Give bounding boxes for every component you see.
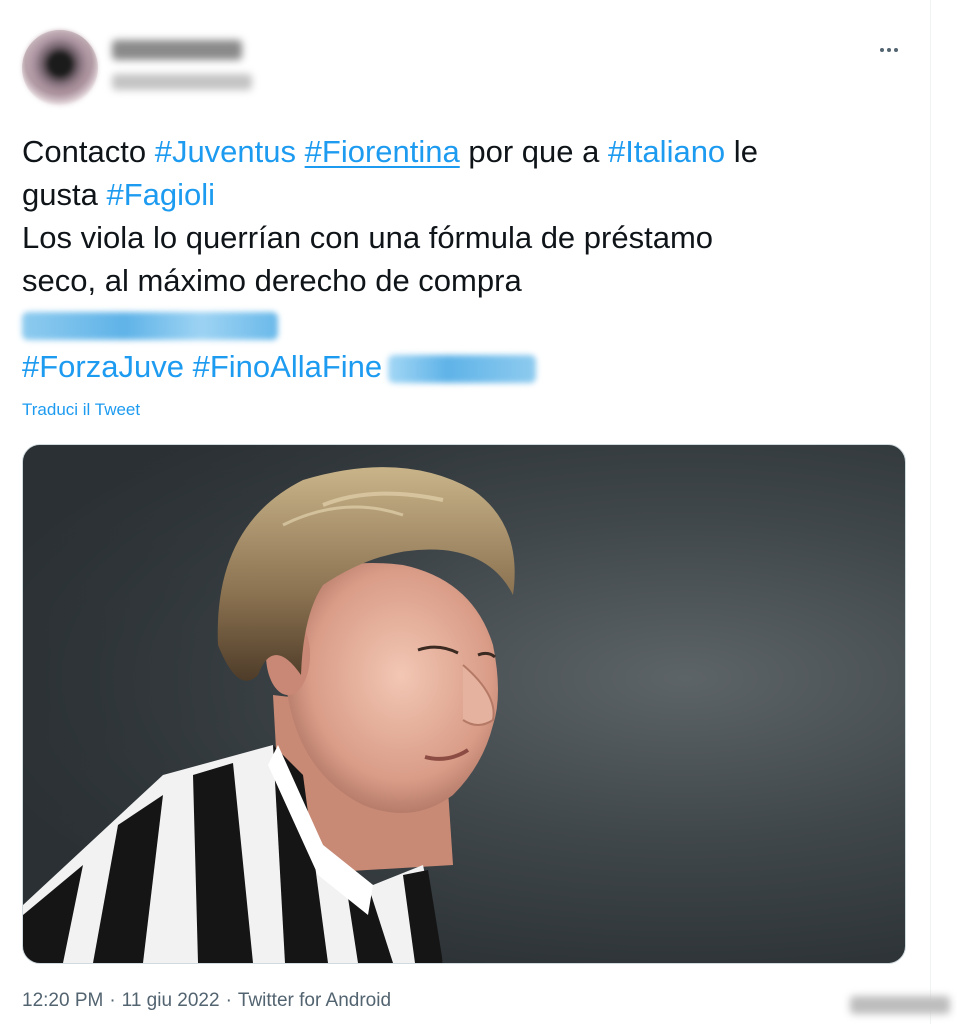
watermark-redacted [850, 996, 950, 1014]
text-segment: seco, al máximo derecho de compra [22, 263, 522, 298]
text-segment: Contacto [22, 134, 155, 169]
tweet-line: gusta #Fagioli [22, 173, 902, 216]
hashtag-italiano[interactable]: #Italiano [608, 134, 725, 169]
dot [887, 48, 891, 52]
separator: · [109, 990, 116, 1011]
tweet-media-photo[interactable] [22, 444, 906, 964]
translate-tweet-link[interactable]: Traduci il Tweet [22, 400, 140, 420]
tweet-line: seco, al máximo derecho de compra [22, 259, 902, 302]
text-segment: gusta [22, 177, 107, 212]
dot [880, 48, 884, 52]
tweet-line: Los viola lo querrían con una fórmula de… [22, 216, 902, 259]
hashtag-juventus[interactable]: #Juventus [155, 134, 296, 169]
tweet-line: Contacto #Juventus #Fiorentina por que a… [22, 130, 902, 173]
hashtag-fagioli[interactable]: #Fagioli [106, 177, 215, 212]
text-segment: Los viola lo querrían con una fórmula de… [22, 220, 714, 255]
mention-redacted[interactable] [22, 311, 278, 340]
hashtag-forzajuve[interactable]: #ForzaJuve [22, 349, 184, 384]
hashtag-redacted[interactable] [388, 354, 537, 383]
display-name-redacted[interactable] [112, 40, 242, 60]
tweet-source[interactable]: Twitter for Android [238, 990, 391, 1011]
text-segment: por que a [459, 134, 608, 169]
dot [894, 48, 898, 52]
more-horizontal-icon[interactable] [874, 38, 904, 62]
hashtag-fiorentina[interactable]: #Fiorentina [305, 134, 460, 169]
tweet-date[interactable]: 11 giu 2022 [122, 990, 220, 1011]
avatar-overlay [22, 30, 98, 106]
tweet-line [22, 302, 902, 345]
text-segment: le [725, 134, 758, 169]
tweet-time[interactable]: 12:20 PM [22, 990, 103, 1011]
separator: · [225, 990, 232, 1011]
hashtag-finoallafine[interactable]: #FinoAllaFine [193, 349, 383, 384]
tweet-timestamp-meta: 12:20 PM · 11 giu 2022 · Twitter for Android [22, 990, 391, 1012]
username-redacted[interactable] [112, 74, 252, 90]
column-divider [930, 0, 931, 1024]
tweet-text: Contacto #Juventus #Fiorentina por que a… [22, 130, 902, 388]
tweet-line: #ForzaJuve #FinoAllaFine [22, 345, 902, 388]
player-photo-illustration [23, 445, 905, 963]
